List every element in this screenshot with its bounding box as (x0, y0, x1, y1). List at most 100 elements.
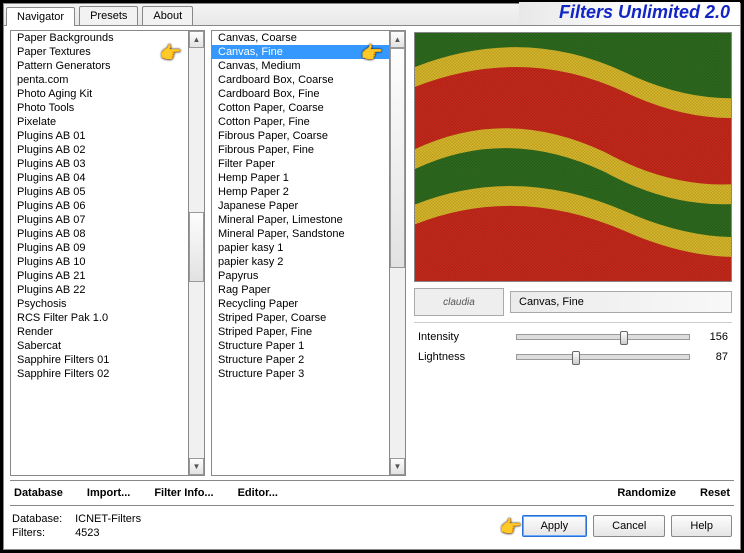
filter-item[interactable]: Structure Paper 2 (212, 353, 389, 367)
filter-scrollbar[interactable]: ▲ ▼ (389, 30, 406, 476)
apply-button[interactable]: Apply (522, 515, 588, 537)
filters-label: Filters: (12, 526, 72, 540)
filter-name-row: claudia Canvas, Fine (414, 288, 732, 316)
preview-panel: claudia Canvas, Fine Intensity 156 Lightne… (412, 30, 734, 476)
param-value: 156 (698, 331, 728, 343)
filter-item[interactable]: Cotton Paper, Fine (212, 115, 389, 129)
category-item[interactable]: Plugins AB 09 (11, 241, 188, 255)
reset-button[interactable]: Reset (696, 485, 734, 501)
filter-item[interactable]: Striped Paper, Fine (212, 325, 389, 339)
category-item[interactable]: Plugins AB 07 (11, 213, 188, 227)
slider-thumb[interactable] (572, 351, 580, 365)
tab-about[interactable]: About (142, 6, 193, 25)
author-logo: claudia (414, 288, 504, 316)
filter-item[interactable]: Canvas, Fine👉 (212, 45, 389, 59)
category-item[interactable]: Sabercat (11, 339, 188, 353)
scroll-down-icon[interactable]: ▼ (390, 458, 405, 475)
dialog-buttons: 👉 Apply Cancel Help (522, 515, 732, 537)
app-title: Filters Unlimited 2.0 (519, 2, 740, 25)
tab-presets[interactable]: Presets (79, 6, 138, 25)
filter-item[interactable]: Structure Paper 1 (212, 339, 389, 353)
tab-navigator[interactable]: Navigator (6, 7, 75, 26)
filter-item[interactable]: Hemp Paper 2 (212, 185, 389, 199)
param-label: Intensity (418, 331, 508, 343)
help-button[interactable]: Help (671, 515, 732, 537)
filter-item[interactable]: Filter Paper (212, 157, 389, 171)
filter-item[interactable]: Structure Paper 3 (212, 367, 389, 381)
filter-item[interactable]: Recycling Paper (212, 297, 389, 311)
preview-image (414, 32, 732, 282)
scroll-thumb[interactable] (390, 48, 405, 268)
filter-info-button[interactable]: Filter Info... (150, 485, 217, 501)
logo-text: claudia (443, 297, 475, 308)
filter-item[interactable]: Canvas, Medium (212, 59, 389, 73)
category-item[interactable]: Render (11, 325, 188, 339)
filter-item[interactable]: Canvas, Coarse (212, 31, 389, 45)
category-list[interactable]: Paper BackgroundsPaper Textures👉Pattern … (10, 30, 188, 476)
filter-item[interactable]: Japanese Paper (212, 199, 389, 213)
import-button[interactable]: Import... (83, 485, 134, 501)
param-label: Lightness (418, 351, 508, 363)
slider-thumb[interactable] (620, 331, 628, 345)
filter-list-wrap: Canvas, CoarseCanvas, Fine👉Canvas, Mediu… (211, 30, 406, 476)
filter-item[interactable]: Fibrous Paper, Fine (212, 143, 389, 157)
meta-info: Database: ICNET-Filters Filters: 4523 (12, 512, 141, 540)
filter-list[interactable]: Canvas, CoarseCanvas, Fine👉Canvas, Mediu… (211, 30, 389, 476)
footer: Database: ICNET-Filters Filters: 4523 👉 … (4, 506, 740, 546)
category-scrollbar[interactable]: ▲ ▼ (188, 30, 205, 476)
category-item[interactable]: penta.com (11, 73, 188, 87)
category-item[interactable]: Paper Textures👉 (11, 45, 188, 59)
scroll-up-icon[interactable]: ▲ (390, 31, 405, 48)
filter-item[interactable]: Striped Paper, Coarse (212, 311, 389, 325)
category-item[interactable]: Plugins AB 08 (11, 227, 188, 241)
editor-button[interactable]: Editor... (234, 485, 282, 501)
filter-item[interactable]: papier kasy 1 (212, 241, 389, 255)
scroll-down-icon[interactable]: ▼ (189, 458, 204, 475)
scroll-thumb[interactable] (189, 212, 204, 282)
param-value: 87 (698, 351, 728, 363)
dialog: Navigator Presets About Filters Unlimite… (3, 3, 741, 550)
scroll-up-icon[interactable]: ▲ (189, 31, 204, 48)
filter-item[interactable]: Rag Paper (212, 283, 389, 297)
db-value: ICNET-Filters (75, 512, 141, 526)
category-item[interactable]: Paper Backgrounds (11, 31, 188, 45)
filter-item[interactable]: Cardboard Box, Fine (212, 87, 389, 101)
category-item[interactable]: Plugins AB 05 (11, 185, 188, 199)
category-item[interactable]: Pixelate (11, 115, 188, 129)
filter-item[interactable]: Hemp Paper 1 (212, 171, 389, 185)
database-button[interactable]: Database (10, 485, 67, 501)
category-list-wrap: Paper BackgroundsPaper Textures👉Pattern … (10, 30, 205, 476)
category-item[interactable]: Sapphire Filters 01 (11, 353, 188, 367)
category-item[interactable]: Plugins AB 04 (11, 171, 188, 185)
db-label: Database: (12, 512, 72, 526)
filter-item[interactable]: Papyrus (212, 269, 389, 283)
category-item[interactable]: Plugins AB 03 (11, 157, 188, 171)
tab-bar: Navigator Presets About Filters Unlimite… (4, 4, 740, 26)
category-item[interactable]: Plugins AB 01 (11, 129, 188, 143)
category-item[interactable]: Sapphire Filters 02 (11, 367, 188, 381)
category-item[interactable]: Psychosis (11, 297, 188, 311)
param-slider[interactable] (516, 334, 690, 340)
category-item[interactable]: Photo Aging Kit (11, 87, 188, 101)
parameter-list: Intensity 156 Lightness 87 (414, 322, 732, 367)
param-row: Intensity 156 (414, 327, 732, 347)
category-item[interactable]: Plugins AB 22 (11, 283, 188, 297)
filter-item[interactable]: Cardboard Box, Coarse (212, 73, 389, 87)
filter-item[interactable]: Fibrous Paper, Coarse (212, 129, 389, 143)
category-item[interactable]: Plugins AB 10 (11, 255, 188, 269)
category-item[interactable]: Photo Tools (11, 101, 188, 115)
toolbar: Database Import... Filter Info... Editor… (10, 480, 734, 506)
filters-value: 4523 (75, 526, 99, 540)
filter-item[interactable]: Mineral Paper, Limestone (212, 213, 389, 227)
category-item[interactable]: Pattern Generators (11, 59, 188, 73)
category-item[interactable]: Plugins AB 02 (11, 143, 188, 157)
category-item[interactable]: Plugins AB 21 (11, 269, 188, 283)
param-slider[interactable] (516, 354, 690, 360)
randomize-button[interactable]: Randomize (613, 485, 680, 501)
cancel-button[interactable]: Cancel (593, 515, 665, 537)
filter-item[interactable]: Mineral Paper, Sandstone (212, 227, 389, 241)
filter-item[interactable]: papier kasy 2 (212, 255, 389, 269)
filter-item[interactable]: Cotton Paper, Coarse (212, 101, 389, 115)
category-item[interactable]: RCS Filter Pak 1.0 (11, 311, 188, 325)
category-item[interactable]: Plugins AB 06 (11, 199, 188, 213)
